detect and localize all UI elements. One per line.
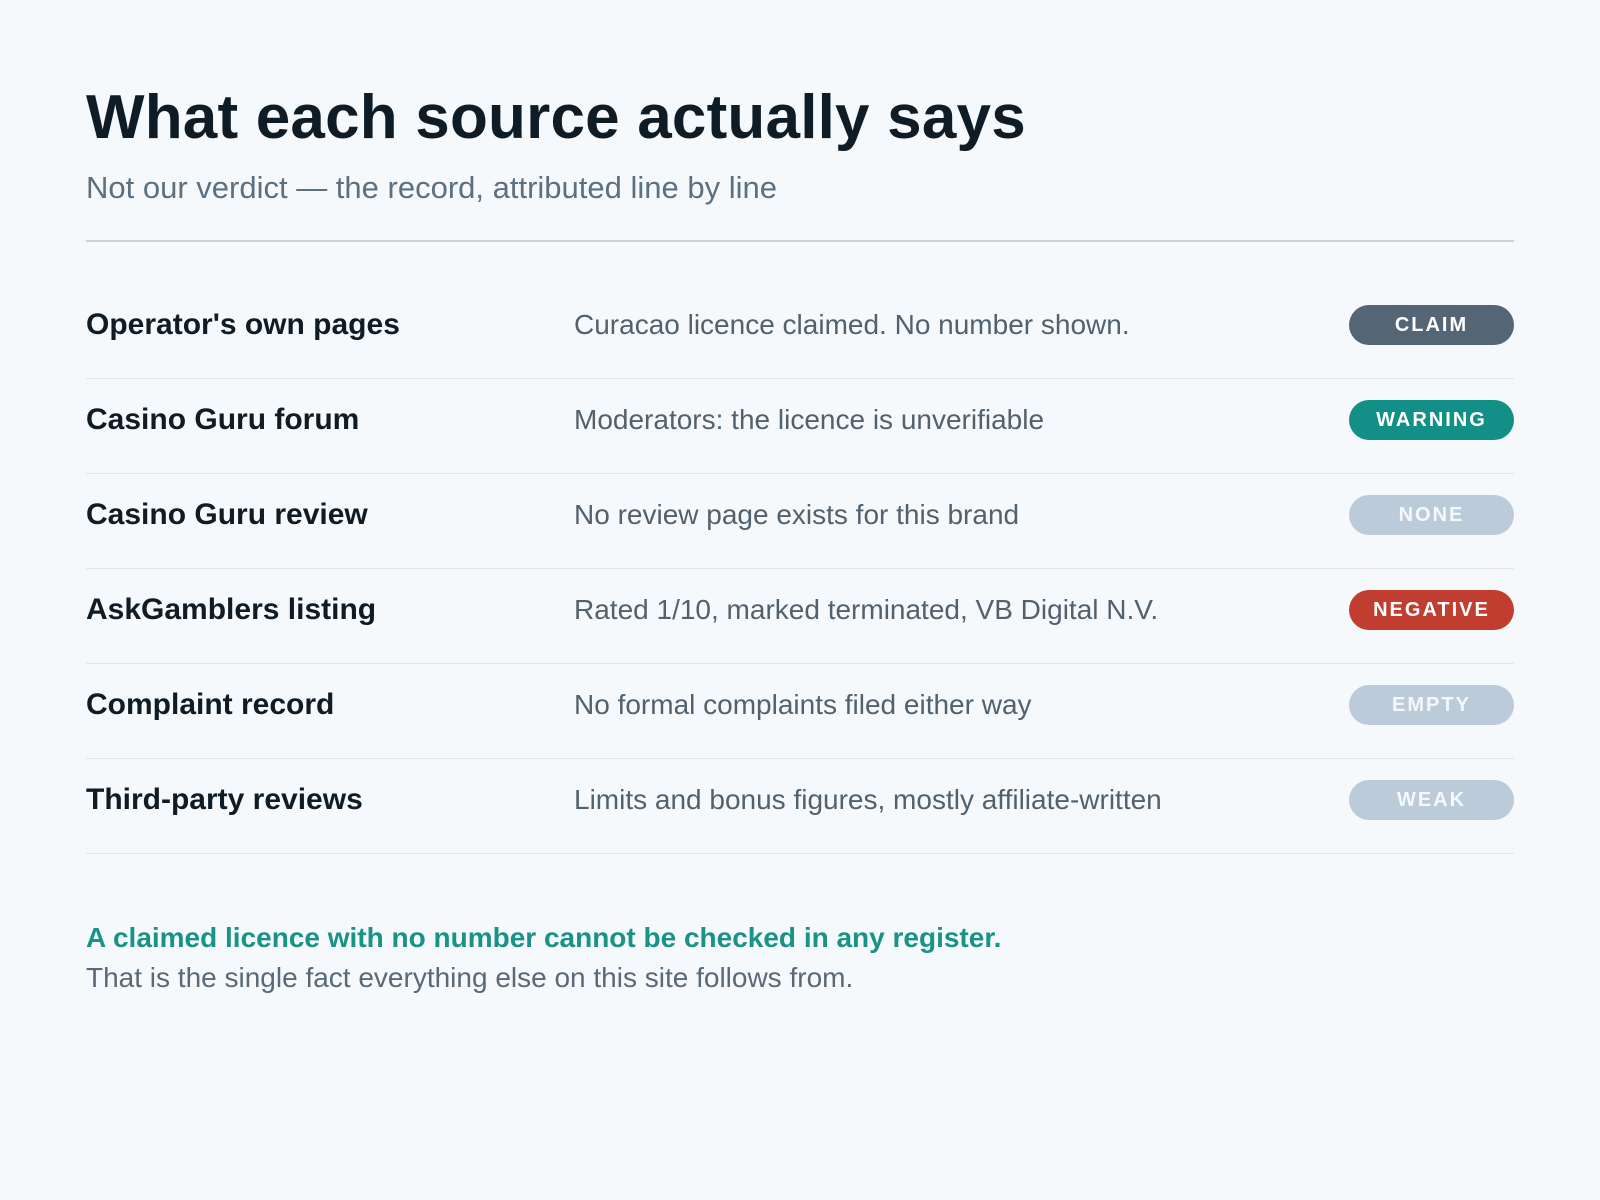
status-badge: WEAK [1349,780,1514,820]
source-name: Operator's own pages [86,308,400,341]
source-row: Casino Guru review No review page exists… [86,474,1514,569]
source-row: Third-party reviews Limits and bonus fig… [86,759,1514,854]
status-badge: CLAIM [1349,305,1514,345]
source-row: Casino Guru forum Moderators: the licenc… [86,379,1514,474]
source-name: AskGamblers listing [86,593,377,626]
header-divider [86,240,1514,242]
callout-lead: A claimed licence with no number cannot … [86,922,1002,953]
source-list: Operator's own pages Curacao licence cla… [86,284,1514,854]
page: What each source actually says Not our v… [0,0,1600,1200]
status-badge: EMPTY [1349,685,1514,725]
source-statement: Limits and bonus figures, mostly affilia… [574,784,1162,815]
status-badge: NONE [1349,495,1514,535]
source-statement: Curacao licence claimed. No number shown… [574,309,1130,340]
source-statement: No review page exists for this brand [574,499,1020,530]
source-name: Casino Guru forum [86,403,360,436]
source-name: Casino Guru review [86,498,368,531]
callout-body: That is the single fact everything else … [86,962,854,993]
page-title: What each source actually says [86,83,1026,152]
source-statement: Moderators: the licence is unverifiable [574,404,1045,435]
status-badge: NEGATIVE [1349,590,1514,630]
source-row: Operator's own pages Curacao licence cla… [86,284,1514,379]
source-name: Third-party reviews [86,783,363,816]
page-subtitle: Not our verdict — the record, attributed… [86,170,777,205]
source-statement: Rated 1/10, marked terminated, VB Digita… [574,594,1159,625]
status-badge: WARNING [1349,400,1514,440]
key-fact-callout: A claimed licence with no number cannot … [86,920,1514,996]
source-row: AskGamblers listing Rated 1/10, marked t… [86,569,1514,664]
source-statement: No formal complaints filed either way [574,689,1032,720]
source-row: Complaint record No formal complaints fi… [86,664,1514,759]
source-name: Complaint record [86,688,335,721]
